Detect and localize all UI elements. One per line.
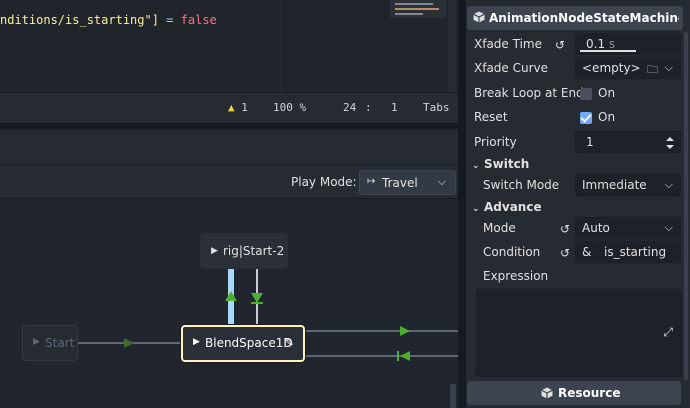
code-scrollbar[interactable] bbox=[448, 0, 456, 92]
code-editor[interactable]: nditions/is_starting"] = false bbox=[0, 0, 458, 92]
reset-checkbox[interactable] bbox=[580, 112, 592, 124]
resource-button-label: Resource bbox=[558, 386, 621, 400]
transition-arrow-icon bbox=[400, 351, 410, 361]
indent-mode[interactable]: Tabs bbox=[423, 101, 450, 114]
dock-splitter[interactable] bbox=[458, 0, 466, 408]
switch-mode-value: Immediate bbox=[582, 178, 647, 192]
warning-count: 1 bbox=[241, 101, 248, 114]
chevron-down-icon: ⌄ bbox=[472, 204, 480, 214]
reset-label: Reset bbox=[474, 110, 508, 124]
play-icon[interactable]: ▶ bbox=[33, 337, 40, 347]
chevron-down-icon: ⌄ bbox=[472, 161, 480, 171]
chevron-down-icon: ⌵ bbox=[664, 178, 673, 191]
node-label: BlendSpace1D bbox=[205, 336, 293, 350]
node-label: Start bbox=[45, 336, 75, 350]
play-mode-value: Travel bbox=[382, 176, 418, 190]
break-loop-value: On bbox=[598, 86, 616, 100]
play-mode-select[interactable]: ↦ Travel ⌵ bbox=[359, 170, 456, 195]
priority-label: Priority bbox=[474, 135, 517, 149]
inspector-object-header[interactable]: AnimationNodeStateMachineTransition bbox=[467, 6, 683, 30]
inspector-panel: AnimationNodeStateMachineTransition Xfad… bbox=[466, 0, 690, 408]
code-line[interactable]: nditions/is_starting"] = false bbox=[0, 13, 217, 27]
xfade-curve-value: <empty> bbox=[582, 61, 641, 75]
resource-button[interactable]: Resource bbox=[467, 381, 681, 405]
transition-arrow-icon bbox=[225, 291, 237, 301]
revert-icon[interactable]: ↺ bbox=[560, 222, 570, 236]
transition-arrow-icon bbox=[251, 293, 263, 303]
warning-icon: ▲ bbox=[228, 101, 235, 114]
column-number: 1 bbox=[391, 101, 398, 114]
play-icon[interactable]: ▶ bbox=[193, 337, 200, 347]
xfade-time-field[interactable]: 0.1 s bbox=[575, 33, 681, 55]
xfade-time-label: Xfade Time bbox=[474, 37, 542, 51]
switch-mode-select[interactable]: Immediate ⌵ bbox=[575, 174, 681, 196]
condition-field[interactable]: & is_starting bbox=[575, 241, 681, 263]
switch-mode-label: Switch Mode bbox=[483, 178, 560, 192]
break-loop-checkbox[interactable] bbox=[580, 88, 592, 100]
line-length-guide bbox=[281, 0, 282, 92]
resource-cube-icon bbox=[473, 11, 485, 23]
xfade-time-value: 0.1 s bbox=[586, 37, 616, 51]
transition-arrow-icon bbox=[124, 338, 134, 348]
state-machine-toolbar: Play Mode: ↦ Travel ⌵ bbox=[0, 165, 458, 199]
expression-editor[interactable]: ⤢ bbox=[476, 289, 682, 377]
code-keyword: false bbox=[180, 13, 217, 27]
state-node-blendspace[interactable]: ▶ BlendSpace1D ✎ bbox=[181, 325, 305, 362]
mode-label: Mode bbox=[483, 221, 516, 235]
state-node-rig-start[interactable]: ▶ rig|Start-2 bbox=[200, 233, 288, 269]
warnings-indicator[interactable]: ▲ 1 bbox=[228, 101, 248, 114]
graph-scrollbar[interactable] bbox=[450, 384, 456, 408]
travel-icon: ↦ bbox=[367, 176, 376, 187]
condition-label: Condition bbox=[483, 245, 541, 259]
resource-cube-icon bbox=[541, 387, 553, 399]
chevron-down-icon: ⌵ bbox=[437, 175, 446, 188]
revert-icon[interactable]: ↺ bbox=[555, 38, 565, 52]
priority-value: 1 bbox=[586, 135, 594, 149]
line-col-separator: : bbox=[365, 101, 372, 114]
xfade-time-slider[interactable] bbox=[580, 50, 636, 52]
state-node-start[interactable]: ▶ Start bbox=[22, 325, 78, 361]
folder-icon[interactable]: 🗀 bbox=[647, 61, 658, 80]
editor-status-bar: ▲ 1 100 % 24 : 1 Tabs bbox=[0, 92, 458, 123]
advance-mode-select[interactable]: Auto ⌵ bbox=[575, 217, 681, 239]
expand-icon[interactable]: ⤢ bbox=[663, 325, 673, 340]
zoom-level[interactable]: 100 % bbox=[273, 101, 306, 114]
inspector-title: AnimationNodeStateMachineTransition bbox=[489, 11, 679, 25]
revert-icon[interactable]: ↺ bbox=[560, 246, 570, 260]
priority-spinbox[interactable]: 1 bbox=[575, 131, 681, 153]
node-label: rig|Start-2 bbox=[223, 244, 285, 258]
condition-value: is_starting bbox=[604, 245, 667, 259]
xfade-curve-picker[interactable]: <empty> 🗀 ⌵ bbox=[575, 57, 681, 79]
play-icon[interactable]: ▶ bbox=[211, 246, 218, 256]
expression-label: Expression bbox=[483, 269, 549, 283]
advance-section-header[interactable]: ⌄ Advance bbox=[472, 200, 542, 214]
bottom-panel-header bbox=[0, 129, 458, 165]
code-string: nditions/is_starting"] bbox=[0, 13, 159, 27]
inspector-scrollbar[interactable] bbox=[684, 32, 688, 380]
line-number: 24 bbox=[343, 101, 357, 114]
advance-mode-value: Auto bbox=[582, 221, 610, 235]
break-loop-label: Break Loop at End bbox=[474, 86, 584, 100]
spinner-arrows-icon[interactable] bbox=[665, 135, 675, 151]
edit-icon[interactable]: ✎ bbox=[285, 336, 294, 349]
state-machine-graph[interactable]: ▶ Start ▶ rig|Start-2 ▶ BlendSpace1D ✎ bbox=[0, 199, 458, 408]
chevron-down-icon: ⌵ bbox=[664, 221, 673, 234]
string-name-prefix: & bbox=[582, 245, 592, 259]
chevron-down-icon[interactable]: ⌵ bbox=[665, 61, 673, 75]
minimap[interactable] bbox=[390, 0, 446, 18]
play-mode-label: Play Mode: bbox=[291, 175, 357, 189]
reset-value: On bbox=[598, 110, 616, 124]
switch-section-header[interactable]: ⌄ Switch bbox=[472, 157, 529, 171]
code-operator: = bbox=[158, 13, 181, 27]
xfade-curve-label: Xfade Curve bbox=[474, 61, 549, 75]
transition-connections bbox=[78, 269, 458, 361]
transition-arrow-icon bbox=[400, 326, 410, 336]
